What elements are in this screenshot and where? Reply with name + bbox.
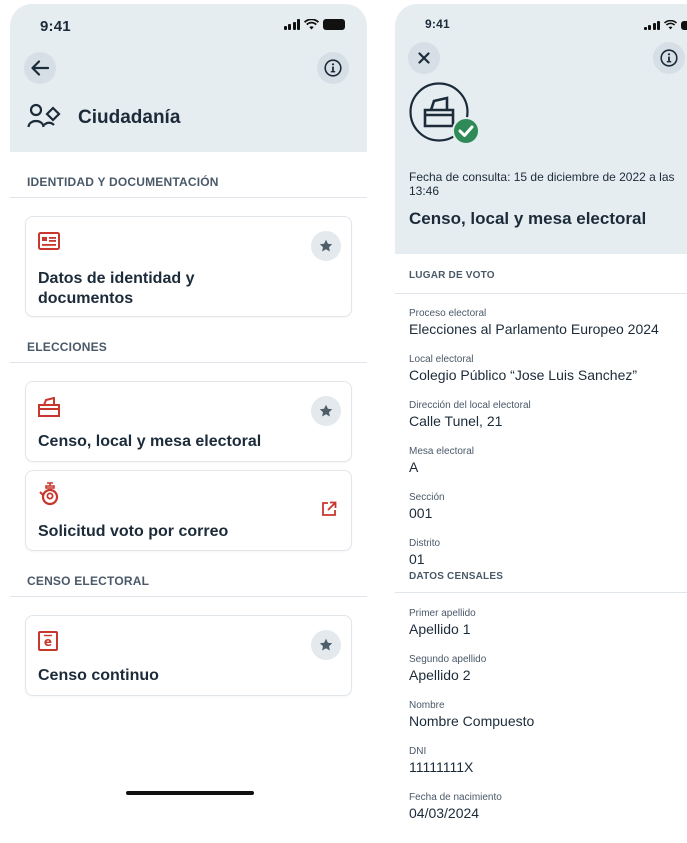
postal-horn-icon: [39, 482, 59, 506]
card-datos-identidad[interactable]: Datos de identidad y documentos: [25, 216, 352, 317]
field-label: Local electoral: [409, 354, 474, 365]
close-icon: [418, 52, 430, 64]
field-label: Proceso electoral: [409, 308, 487, 319]
field-nombre: Nombre Nombre Compuesto: [395, 691, 687, 737]
field-value: 04/03/2024: [409, 805, 480, 821]
card-censo-continuo[interactable]: e Censo continuo: [25, 615, 352, 696]
close-button[interactable]: [408, 42, 440, 74]
field-label: Primer apellido: [409, 608, 476, 619]
field-value: Apellido 1: [409, 621, 471, 637]
signal-icon: [283, 19, 300, 30]
battery-icon: [681, 21, 687, 30]
page-title: Ciudadanía: [78, 107, 181, 128]
field-segundo-apellido: Segundo apellido Apellido 2: [395, 645, 687, 691]
census-doc-icon: e: [38, 631, 58, 651]
field-seccion: Sección 001: [395, 483, 687, 529]
field-distrito: Distrito 01: [395, 529, 687, 567]
field-value: 11111111X: [409, 759, 474, 775]
card-title: Datos de identidad y documentos: [38, 270, 195, 307]
section-header: CENSO ELECTORAL: [10, 565, 367, 597]
field-proceso-electoral: Proceso electoral Elecciones al Parlamen…: [395, 299, 687, 345]
consult-date: Fecha de consulta: 15 de diciembre de 20…: [409, 170, 675, 198]
wifi-icon: [664, 20, 677, 30]
favorite-button[interactable]: [311, 231, 341, 261]
field-value: Apellido 2: [409, 667, 471, 683]
wifi-icon: [304, 19, 319, 30]
ballot-box-icon: [38, 397, 60, 417]
back-button[interactable]: [24, 52, 56, 84]
home-indicator[interactable]: [126, 791, 254, 795]
section-elecciones: ELECCIONES: [10, 331, 367, 363]
card-title: Solicitud voto por correo: [38, 523, 229, 540]
external-link-icon[interactable]: [321, 501, 337, 517]
censo-detail-screen: 9:41 Fecha de consulta: 15 de diciembre …: [395, 4, 687, 843]
info-button[interactable]: [653, 42, 685, 74]
field-local-electoral: Local electoral Colegio Público “Jose Lu…: [395, 345, 687, 391]
status-time: 9:41: [425, 17, 450, 31]
field-value: Colegio Público “Jose Luis Sanchez”: [409, 367, 638, 383]
field-primer-apellido: Primer apellido Apellido 1: [395, 599, 687, 645]
section-header: ELECCIONES: [10, 331, 367, 363]
citizens-icon: [27, 103, 61, 128]
id-card-icon: [38, 232, 60, 250]
field-fecha-nacimiento: Fecha de nacimiento 04/03/2024: [395, 783, 687, 829]
section-header: IDENTIDAD Y DOCUMENTACIÓN: [10, 166, 367, 198]
section-datos-censales: DATOS CENSALES: [395, 567, 687, 593]
field-label: Mesa electoral: [409, 446, 475, 457]
field-direccion-local: Dirección del local electoral Calle Tune…: [395, 391, 687, 437]
field-label: Fecha de nacimiento: [409, 792, 502, 803]
field-label: Dirección del local electoral: [409, 400, 531, 411]
signal-icon: [643, 19, 660, 30]
section-lugar-de-voto: LUGAR DE VOTO: [395, 254, 687, 294]
screen-header: 9:41 Ciudadanía: [10, 4, 367, 152]
star-icon: [319, 404, 333, 417]
card-title: Censo continuo: [38, 667, 159, 684]
svg-text:e: e: [44, 635, 52, 649]
card-solicitud-voto-correo[interactable]: Solicitud voto por correo: [25, 470, 352, 551]
status-bar: 9:41: [10, 16, 367, 38]
section-censo-electoral: CENSO ELECTORAL: [10, 565, 367, 597]
star-icon: [319, 638, 333, 651]
detail-title: Censo, local y mesa electoral: [409, 209, 647, 228]
field-label: DNI: [409, 746, 427, 757]
arrow-left-icon: [31, 60, 49, 76]
ballot-verified-icon: [409, 82, 480, 145]
field-value: 001: [409, 505, 433, 521]
field-value: A: [409, 459, 419, 475]
field-value: 01: [409, 551, 425, 567]
battery-icon: [323, 19, 345, 30]
field-label: Nombre: [409, 700, 445, 711]
status-bar: 9:41: [395, 16, 687, 38]
field-mesa-electoral: Mesa electoral A: [395, 437, 687, 483]
screen-header: 9:41 Fecha de consulta: 15 de diciembre …: [395, 4, 687, 254]
status-icons: [643, 19, 687, 30]
field-value: Elecciones al Parlamento Europeo 2024: [409, 321, 659, 337]
favorite-button[interactable]: [311, 630, 341, 660]
field-dni: DNI 11111111X: [395, 737, 687, 783]
field-value: Nombre Compuesto: [409, 713, 535, 729]
info-icon: [660, 49, 678, 67]
field-label: Distrito: [409, 538, 441, 549]
field-value: Calle Tunel, 21: [409, 413, 503, 429]
field-label: Segundo apellido: [409, 654, 487, 665]
star-icon: [319, 239, 333, 252]
status-time: 9:41: [40, 18, 71, 35]
card-title: Censo, local y mesa electoral: [38, 433, 262, 450]
detail-content: LUGAR DE VOTO Proceso electoral Eleccion…: [395, 254, 687, 829]
field-label: Sección: [409, 492, 445, 503]
card-censo-local-mesa[interactable]: Censo, local y mesa electoral: [25, 381, 352, 462]
info-button[interactable]: [317, 52, 349, 84]
ciudadania-screen: 9:41 Ciudadanía IDENTIDAD Y DOCUMENTACIÓ…: [10, 4, 367, 843]
info-icon: [324, 59, 342, 77]
favorite-button[interactable]: [311, 396, 341, 426]
status-icons: [283, 19, 345, 30]
section-identidad: IDENTIDAD Y DOCUMENTACIÓN: [10, 166, 367, 198]
